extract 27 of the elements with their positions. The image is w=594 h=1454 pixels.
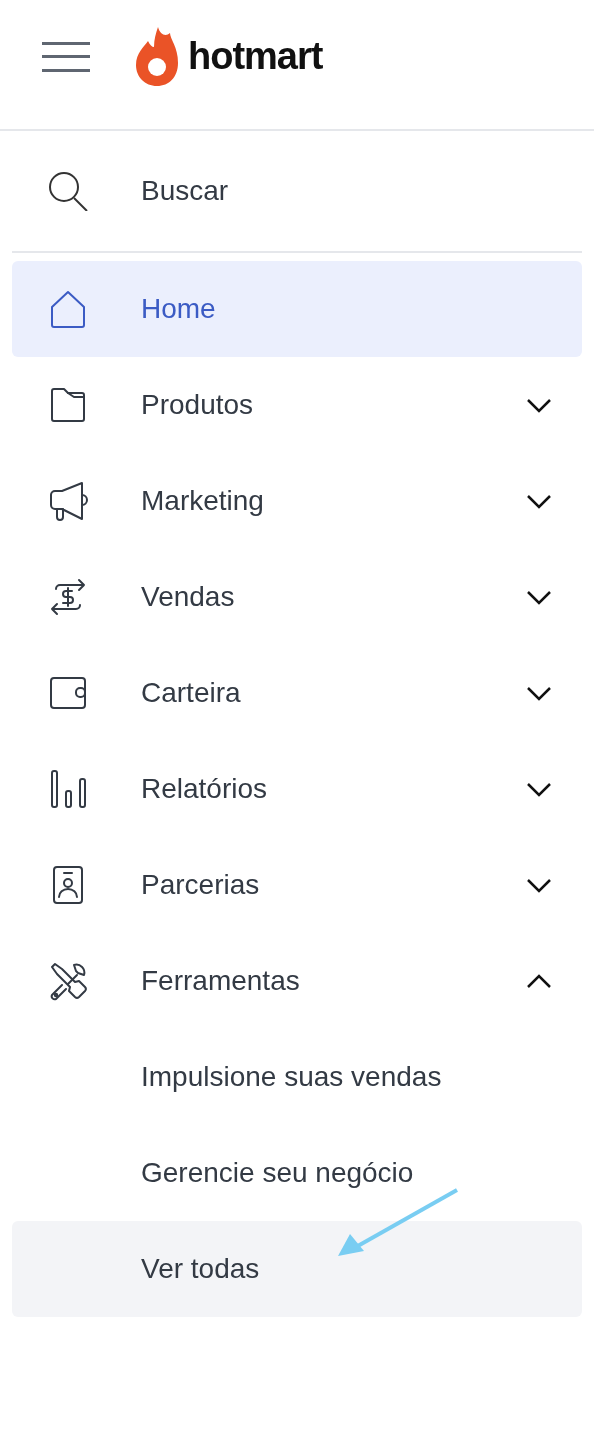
bar-chart-icon: [48, 769, 88, 809]
nav-item[interactable]: Vendas: [12, 549, 582, 645]
nav-item[interactable]: Produtos: [12, 357, 582, 453]
logo-text: hotmart: [188, 34, 323, 79]
nav-item[interactable]: Carteira: [12, 645, 582, 741]
chevron-down-icon: [526, 589, 552, 605]
chevron-down-icon: [526, 685, 552, 701]
chevron-down-icon: [526, 877, 552, 893]
chevron-down-icon: [526, 493, 552, 509]
search-icon: [48, 171, 88, 211]
nav-item[interactable]: Marketing: [12, 453, 582, 549]
nav-item[interactable]: Parcerias: [12, 837, 582, 933]
home-icon: [48, 289, 88, 329]
chevron-down-icon: [526, 397, 552, 413]
money-exchange-icon: [48, 577, 88, 617]
megaphone-icon: [48, 481, 88, 521]
folder-icon: [48, 385, 88, 425]
tools-icon: [48, 961, 88, 1001]
chevron-down-icon: [526, 781, 552, 797]
search-item[interactable]: Buscar: [0, 131, 594, 251]
menu-icon[interactable]: [42, 40, 90, 73]
nav-item[interactable]: Relatórios: [12, 741, 582, 837]
chevron-up-icon: [526, 973, 552, 989]
nav-item[interactable]: Ferramentas: [12, 933, 582, 1029]
nav-item[interactable]: Home: [12, 261, 582, 357]
submenu-item[interactable]: Ver todas: [12, 1221, 582, 1317]
flame-icon: [136, 26, 178, 87]
